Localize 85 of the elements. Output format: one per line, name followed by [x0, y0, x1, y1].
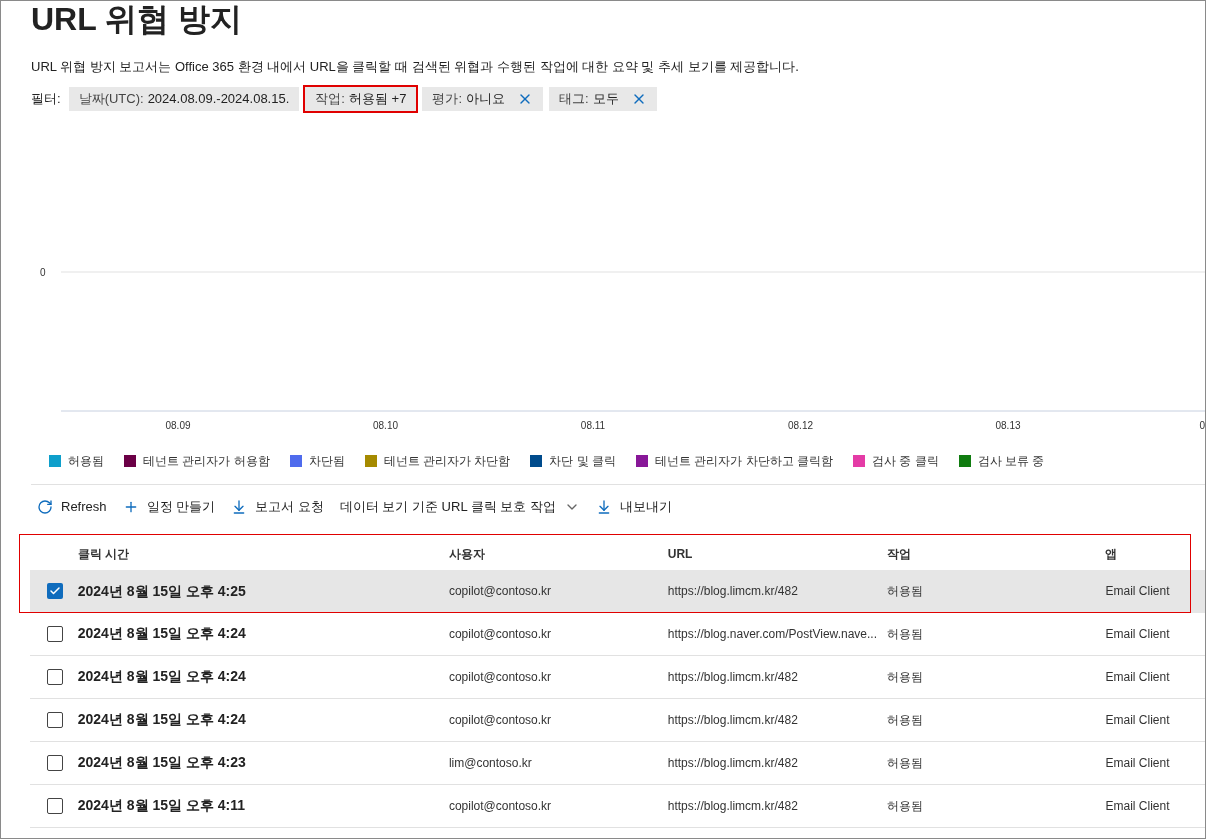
table-cell-text: Email Client [1105, 625, 1171, 643]
row-checkbox[interactable] [46, 754, 63, 771]
table-cell-text: copilot@contoso.kr [448, 797, 553, 815]
chip-value: 2024.08.09.-2024.08.15. [147, 89, 290, 108]
table-cell-text: Email Client [1105, 754, 1171, 772]
chip-value: 아니요 [466, 89, 505, 108]
toolbar-button[interactable]: 일정 만들기 [122, 496, 216, 517]
column-header[interactable]: 작업 [886, 544, 1106, 563]
column-header[interactable]: URL [667, 544, 887, 563]
legend-label: 허용됨 [68, 452, 104, 470]
chip-value: 허용됨 +7 [348, 89, 407, 108]
legend-label: 차단 및 클릭 [549, 452, 616, 470]
legend-label: 테넌트 관리자가 차단하고 클릭함 [655, 452, 834, 470]
table-cell-text: copilot@contoso.kr [448, 625, 553, 643]
filter-chip[interactable]: 태그: 모두 [549, 86, 657, 111]
table-row[interactable]: 2024년 8월 15일 오후 4:24 copilot@contoso.kr https://blog.limcm.kr/482 허용됨 Email Client [30, 698, 1205, 742]
refresh-icon [37, 498, 53, 515]
x-axis-label: 08.10 [373, 419, 398, 431]
x-axis-label: 0 [1199, 419, 1205, 431]
toolbar-button[interactable]: 데이터 보기 기준 URL 클릭 보호 작업 [339, 496, 580, 517]
table-cell-text: Email Client [1105, 583, 1171, 600]
table-cell-text: 허용됨 [886, 625, 924, 643]
legend-label: 검사 보류 중 [977, 452, 1045, 470]
toolbar-button[interactable]: 내보내기 [596, 496, 672, 517]
page-description: URL 위협 방지 보고서는 Office 365 환경 내에서 URL을 클릭할 때 검색된 위협과 수행된 작업에 대한 요약 및 추세 보기를 제공합니다. [31, 58, 800, 76]
table-cell-text: 허용됨 [886, 668, 924, 686]
table-cell-text: 2024년 8월 15일 오후 4:24 [77, 667, 247, 686]
legend-label: 검사 중 클릭 [872, 452, 939, 470]
table-row[interactable]: 2024년 8월 15일 오후 4:25 copilot@contoso.kr https://blog.limcm.kr/482 허용됨 Email Client [30, 569, 1205, 613]
row-checkbox[interactable] [46, 625, 63, 642]
filter-label: 필터: [31, 89, 61, 108]
legend-label: 테넌트 관리자가 허용함 [143, 452, 270, 470]
chip-value: 모두 [592, 89, 619, 108]
column-header[interactable]: 클릭 시간 [77, 544, 449, 563]
x-axis-label: 08.13 [995, 419, 1021, 431]
chip-name: 날짜(UTC): [78, 89, 144, 108]
table-cell-text: https://blog.limcm.kr/482 [667, 711, 799, 729]
filter-chip[interactable]: 작업: 허용됨 +7 [305, 86, 417, 111]
table-cell-text: https://blog.naver.com/PostView.nave... [667, 625, 878, 643]
table-cell-text: copilot@contoso.kr [448, 668, 553, 686]
table-cell-text: copilot@contoso.kr [448, 711, 553, 729]
table-cell-text: 허용됨 [886, 797, 924, 815]
chip-name: 평가: [432, 89, 462, 108]
download-icon [596, 498, 612, 515]
table-cell-text: copilot@contoso.kr [448, 583, 553, 600]
x-axis-label: 08.11 [580, 419, 606, 431]
table-cell-text: 허용됨 [886, 583, 924, 600]
table-cell-text: https://blog.limcm.kr/482 [667, 583, 799, 600]
chip-name: 작업: [315, 89, 345, 108]
legend-label: 차단됨 [308, 452, 345, 470]
page-title: URL 위협 방지 [31, 1, 243, 39]
table-cell-text: 2024년 8월 15일 오후 4:25 [77, 581, 247, 601]
x-axis-label: 08.12 [788, 419, 813, 431]
table-cell-text: Email Client [1105, 668, 1171, 686]
table-row[interactable]: 2024년 8월 15일 오후 4:23 lim@contoso.kr https://blog.limcm.kr/482 허용됨 Email Client [30, 741, 1205, 785]
chip-name: 태그: [559, 89, 589, 108]
column-header[interactable]: 앱 [1105, 544, 1205, 563]
table-cell-text: lim@contoso.kr [448, 754, 533, 772]
table-cell-text: 2024년 8월 15일 오후 4:24 [77, 624, 247, 643]
row-checkbox[interactable] [46, 797, 63, 814]
table-cell-text: 2024년 8월 15일 오후 4:23 [77, 753, 247, 772]
row-checkbox[interactable] [46, 668, 63, 685]
table-cell-text: 2024년 8월 15일 오후 4:24 [77, 710, 247, 729]
table-cell-text: Email Client [1105, 711, 1171, 729]
table-cell-text: 허용됨 [886, 711, 924, 729]
x-axis-label: 08.09 [165, 419, 191, 431]
column-header[interactable]: 사용자 [448, 544, 668, 563]
row-checkbox[interactable] [46, 583, 63, 599]
table-cell-text: https://blog.limcm.kr/482 [667, 797, 799, 815]
toolbar-button[interactable]: 보고서 요청 [231, 496, 324, 517]
table-row[interactable]: 2024년 8월 15일 오후 4:24 copilot@contoso.kr https://blog.limcm.kr/482 허용됨 Email Client [30, 655, 1205, 699]
filter-chip[interactable]: 날짜(UTC): 2024.08.09.-2024.08.15. [68, 86, 300, 111]
table-cell-text: Email Client [1105, 797, 1171, 815]
check-icon [48, 585, 61, 597]
toolbar-button[interactable]: Refresh [37, 496, 107, 517]
table-cell-text: https://blog.limcm.kr/482 [667, 668, 799, 686]
row-checkbox[interactable] [46, 711, 63, 728]
legend-label: 테넌트 관리자가 차단함 [383, 452, 511, 470]
table-row[interactable]: 2024년 8월 15일 오후 4:11 copilot@contoso.kr https://blog.limcm.kr/482 허용됨 Email Client [30, 784, 1205, 828]
y-axis-label: 0 [40, 266, 46, 278]
table-cell-text: 2024년 8월 15일 오후 4:11 [77, 796, 247, 815]
filter-chip[interactable]: 평가: 아니요 [422, 86, 543, 111]
table-cell-text: 허용됨 [886, 754, 924, 772]
table-cell-text: https://blog.limcm.kr/482 [667, 754, 799, 772]
table-row[interactable]: 2024년 8월 15일 오후 4:24 copilot@contoso.kr https://blog.naver.com/PostView.nave... 허용됨 Email Client [30, 612, 1205, 656]
